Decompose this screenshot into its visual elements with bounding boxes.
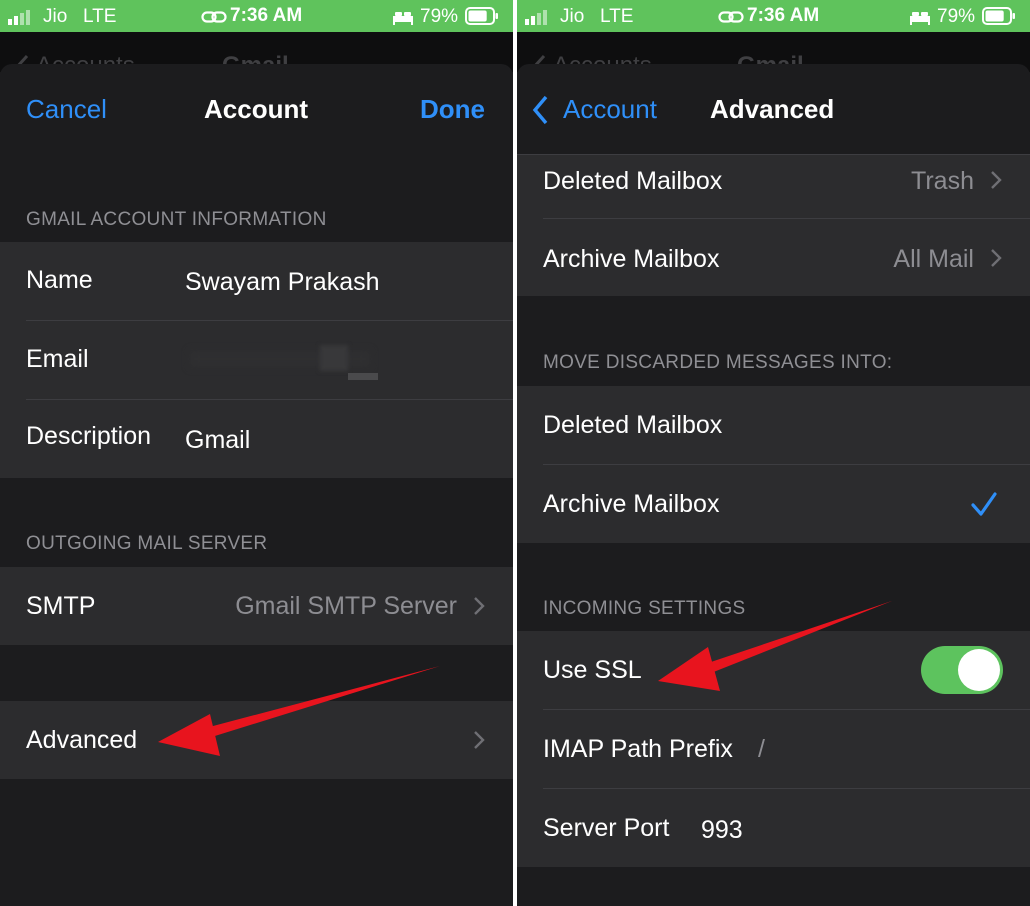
signal-icon — [525, 10, 547, 25]
done-button[interactable]: Done — [420, 94, 485, 125]
cancel-button[interactable]: Cancel — [26, 94, 107, 125]
chevron-right-icon — [991, 249, 1002, 267]
email-label: Email — [26, 345, 89, 373]
bed-icon — [393, 12, 413, 25]
archive-mailbox-row[interactable]: Archive Mailbox All Mail — [517, 219, 1030, 297]
discard-option-archive[interactable]: Archive Mailbox — [517, 465, 1030, 543]
deleted-mailbox-value: Trash — [911, 167, 974, 195]
account-info-group: Name Swayam Prakash Email Description Gm… — [0, 242, 513, 478]
name-row[interactable]: Name Swayam Prakash — [0, 242, 513, 320]
back-label: Account — [563, 94, 657, 124]
archive-mailbox-label: Archive Mailbox — [543, 245, 720, 273]
signal-icon — [8, 10, 30, 25]
link-icon — [718, 11, 744, 23]
network-label: LTE — [83, 6, 117, 27]
status-bar: Jio LTE 7:36 AM 79% — [0, 0, 513, 32]
discarded-group: Deleted Mailbox Archive Mailbox — [517, 386, 1030, 543]
advanced-label: Advanced — [26, 726, 138, 754]
page-title: Account — [204, 94, 308, 124]
red-arrow-annotation — [158, 666, 440, 756]
battery-icon — [465, 7, 498, 25]
link-icon — [201, 11, 227, 23]
section-header-discarded: MOVE DISCARDED MESSAGES INTO: — [543, 352, 893, 373]
section-header-account-info: GMAIL ACCOUNT INFORMATION — [26, 209, 327, 230]
server-port-field[interactable]: 993 — [701, 816, 743, 845]
deleted-mailbox-row[interactable]: Deleted Mailbox Trash — [517, 140, 1030, 218]
checkmark-icon — [971, 492, 997, 516]
discard-option-label: Archive Mailbox — [543, 490, 720, 518]
imap-path-prefix-row[interactable]: IMAP Path Prefix / — [517, 710, 1030, 788]
advanced-sheet: Account Advanced Deleted Mailbox Trash A… — [517, 64, 1030, 906]
battery-icon — [982, 7, 1015, 25]
use-ssl-label: Use SSL — [543, 656, 642, 684]
status-time: 7:36 AM — [230, 5, 303, 26]
battery-percent: 79% — [937, 6, 976, 27]
left-screen: Jio LTE 7:36 AM 79% Accounts Gmail Cance… — [0, 0, 513, 906]
imap-path-prefix-field[interactable]: / — [758, 735, 765, 764]
red-arrow-annotation — [658, 601, 892, 691]
discard-option-deleted[interactable]: Deleted Mailbox — [517, 386, 1030, 464]
battery-percent: 79% — [420, 6, 459, 27]
redacted-email-blur — [348, 373, 378, 380]
description-row[interactable]: Description Gmail — [0, 400, 513, 478]
chevron-right-icon — [991, 171, 1002, 189]
description-field[interactable]: Gmail — [185, 426, 250, 455]
outgoing-group: SMTP Gmail SMTP Server — [0, 567, 513, 645]
chevron-right-icon — [474, 597, 485, 615]
email-row[interactable]: Email — [0, 321, 513, 399]
mailbox-behaviors-group: Deleted Mailbox Trash Archive Mailbox Al… — [517, 154, 1030, 296]
archive-mailbox-value: All Mail — [893, 245, 974, 273]
status-time: 7:36 AM — [747, 5, 820, 26]
discard-option-label: Deleted Mailbox — [543, 411, 723, 439]
page-title: Advanced — [710, 94, 835, 124]
deleted-mailbox-label: Deleted Mailbox — [543, 167, 723, 195]
network-label: LTE — [600, 6, 634, 27]
description-label: Description — [26, 422, 152, 450]
name-label: Name — [26, 266, 93, 294]
server-port-label: Server Port — [543, 814, 670, 842]
status-bar: Jio LTE 7:36 AM 79% — [517, 0, 1030, 32]
name-field[interactable]: Swayam Prakash — [185, 268, 380, 297]
use-ssl-toggle[interactable] — [921, 646, 1003, 694]
imap-path-prefix-label: IMAP Path Prefix — [543, 735, 733, 763]
smtp-label: SMTP — [26, 592, 96, 620]
account-sheet: Cancel Account Done GMAIL ACCOUNT INFORM… — [0, 64, 513, 906]
section-header-outgoing: OUTGOING MAIL SERVER — [26, 533, 268, 554]
back-button[interactable]: Account — [529, 92, 679, 128]
right-screen: Jio LTE 7:36 AM 79% Accounts Gmail Accou… — [517, 0, 1030, 906]
smtp-value: Gmail SMTP Server — [235, 592, 457, 620]
chevron-left-icon — [532, 95, 548, 125]
smtp-row[interactable]: SMTP Gmail SMTP Server — [0, 567, 513, 645]
chevron-right-icon — [474, 731, 485, 749]
carrier-label: Jio — [560, 6, 585, 27]
toggle-knob — [958, 649, 1000, 691]
bed-icon — [910, 12, 930, 25]
redacted-email-blur — [320, 345, 348, 371]
server-port-row[interactable]: Server Port 993 — [517, 789, 1030, 867]
carrier-label: Jio — [43, 6, 68, 27]
